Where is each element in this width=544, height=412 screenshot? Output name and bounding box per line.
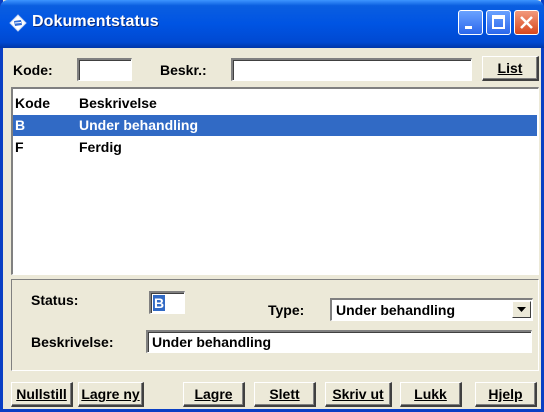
detail-group (11, 279, 539, 371)
type-select[interactable]: Under behandling (330, 298, 533, 321)
help-button[interactable]: Hjelp (475, 382, 537, 407)
type-label: Type: (268, 302, 305, 318)
description-label: Beskrivelse: (31, 334, 114, 350)
print-button[interactable]: Skriv ut (325, 382, 392, 407)
list-row-selected[interactable]: B Under behandling (13, 115, 537, 136)
reset-button[interactable]: Nullstill (11, 382, 73, 407)
type-select-value: Under behandling (336, 302, 455, 318)
delete-button[interactable]: Slett (254, 382, 316, 407)
column-header-code[interactable]: Kode (15, 95, 50, 111)
row-code: F (15, 139, 24, 155)
maximize-button[interactable] (486, 10, 511, 35)
chevron-down-icon (517, 307, 526, 312)
type-dropdown-button[interactable] (512, 301, 531, 318)
status-input[interactable]: B (149, 291, 185, 314)
app-window: Dokumentstatus Kode: Beskr.: List Kode B… (0, 0, 544, 412)
minimize-button[interactable] (458, 10, 483, 35)
close-button[interactable]: Lukk (400, 382, 462, 407)
document-app-icon (9, 14, 27, 32)
description-search-input[interactable] (231, 58, 472, 81)
row-code: B (15, 117, 26, 133)
save-button[interactable]: Lagre (183, 382, 245, 407)
maximize-icon (492, 15, 505, 29)
column-header-description[interactable]: Beskrivelse (79, 95, 157, 111)
description-search-label: Beskr.: (160, 62, 207, 78)
row-description: Ferdig (79, 139, 122, 155)
close-icon (520, 16, 533, 29)
window-title: Dokumentstatus (32, 13, 159, 30)
title-bar[interactable]: Dokumentstatus (0, 0, 544, 48)
close-window-button[interactable] (514, 10, 539, 35)
description-input-value: Under behandling (152, 334, 271, 350)
list-header: Kode Beskrivelse (13, 93, 537, 114)
code-label: Kode: (13, 62, 53, 78)
code-input[interactable] (77, 58, 132, 81)
status-list[interactable]: Kode Beskrivelse B Under behandling F Fe… (11, 87, 539, 275)
list-button[interactable]: List (482, 56, 539, 81)
minimize-icon (465, 26, 472, 29)
description-input[interactable]: Under behandling (146, 330, 532, 353)
list-row[interactable]: F Ferdig (13, 137, 537, 158)
row-description: Under behandling (79, 117, 198, 133)
status-input-value: B (153, 295, 166, 311)
status-label: Status: (31, 292, 79, 308)
save-new-button[interactable]: Lagre ny (78, 382, 144, 407)
